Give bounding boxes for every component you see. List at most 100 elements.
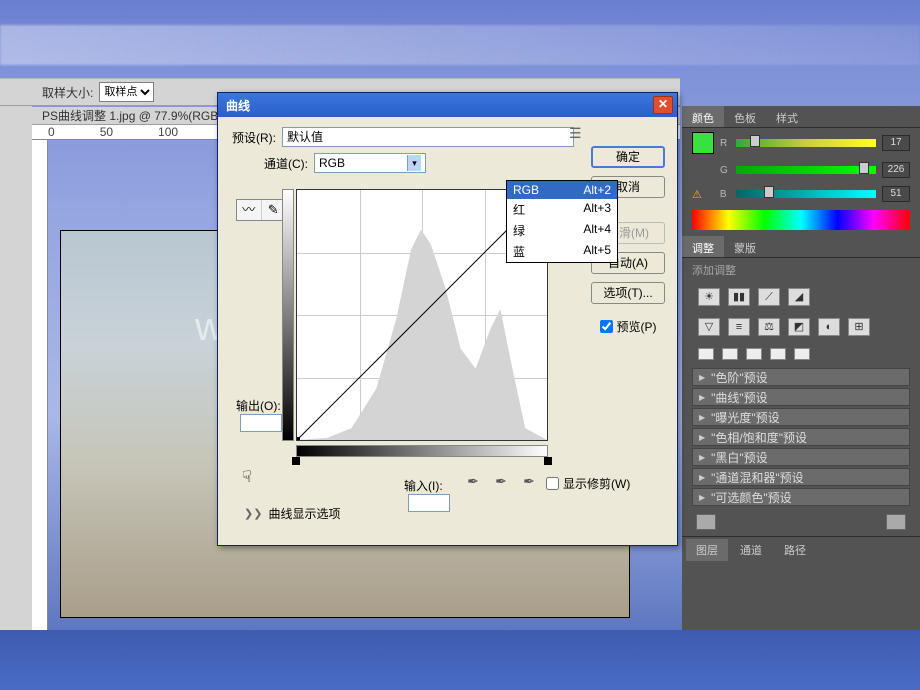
threshold-icon[interactable] — [746, 348, 762, 360]
white-point-handle[interactable] — [544, 457, 552, 465]
exposure-icon[interactable]: ◢ — [788, 288, 810, 306]
tab-color[interactable]: 颜色 — [682, 106, 724, 127]
tab-mask[interactable]: 蒙版 — [724, 236, 766, 257]
channel-menu: RGBAlt+2 红 Alt+3 绿 Alt+4 蓝 Alt+5 — [506, 180, 618, 263]
chevron-down-icon[interactable]: ❯❯ — [244, 507, 262, 520]
input-field[interactable] — [408, 494, 450, 512]
curve-pencil-tools[interactable]: 〰✎ — [236, 199, 286, 221]
gradient-map-icon[interactable] — [770, 348, 786, 360]
curve-point-icon: 〰 — [237, 200, 262, 220]
sample-size-label: 取样大小: — [42, 84, 93, 101]
tab-channels[interactable]: 通道 — [730, 539, 772, 561]
dialog-title: 曲线 — [222, 97, 653, 114]
channel-r-label: R — [720, 138, 730, 149]
posterize-icon[interactable] — [722, 348, 738, 360]
curve-display-options-label[interactable]: 曲线显示选项 — [268, 505, 340, 522]
gamut-warning-icon: ⚠ — [692, 188, 702, 201]
ruler-tick: 0 — [48, 125, 55, 139]
menu-item-accel: Alt+2 — [583, 183, 611, 197]
slider-g-value[interactable]: 226 — [882, 162, 910, 178]
channel-g-label: G — [720, 165, 730, 176]
preset-select[interactable]: 默认值 — [282, 127, 574, 147]
color-panel-tabs: 颜色 色板 样式 — [682, 106, 920, 128]
ok-button[interactable]: 确定 — [591, 146, 665, 168]
slider-r-value[interactable]: 17 — [882, 135, 910, 151]
channel-select[interactable]: RGB ▾ — [314, 153, 426, 173]
sample-size-select[interactable]: 取样点 — [99, 82, 154, 102]
channel-menu-blue[interactable]: 蓝 Alt+5 — [507, 241, 617, 262]
input-label: 输入(I): — [404, 479, 443, 493]
channel-menu-red[interactable]: 红 Alt+3 — [507, 199, 617, 220]
levels-icon[interactable]: ▮▮ — [728, 288, 750, 306]
preset-value: 默认值 — [287, 130, 323, 144]
balance-icon[interactable]: ⚖ — [758, 318, 780, 336]
preset-curves[interactable]: ▶"曲线"预设 — [692, 388, 910, 406]
preset-label: "黑白"预设 — [711, 449, 768, 466]
left-toolbar — [0, 78, 32, 630]
curve-edit-tools: 〰✎ — [236, 199, 286, 221]
options-button[interactable]: 选项(T)... — [591, 282, 665, 304]
color-spectrum[interactable] — [692, 210, 910, 230]
chevron-right-icon: ▶ — [699, 373, 705, 382]
preset-exposure[interactable]: ▶ "曝光度"预设 — [692, 408, 910, 426]
output-field[interactable] — [240, 414, 282, 432]
tab-layers[interactable]: 图层 — [686, 539, 728, 561]
chevron-right-icon: ▶ — [699, 453, 705, 462]
invert-icon[interactable] — [698, 348, 714, 360]
curves-icon[interactable]: ⟋ — [758, 288, 780, 306]
menu-item-label: 红 — [513, 201, 525, 218]
menu-item-accel: Alt+3 — [583, 201, 611, 218]
expand-view-icon[interactable] — [696, 514, 716, 530]
black-eyedropper-icon[interactable]: ✒ — [464, 472, 482, 490]
chevron-right-icon: ▶ — [699, 413, 705, 422]
preview-checkbox[interactable] — [600, 320, 613, 333]
preset-label: "通道混和器"预设 — [711, 469, 804, 486]
white-eyedropper-icon[interactable]: ✒ — [520, 472, 538, 490]
preset-label: "曝光度"预设 — [711, 409, 780, 426]
channel-mixer-icon[interactable]: ⊞ — [848, 318, 870, 336]
slider-g[interactable] — [736, 164, 876, 176]
tab-styles[interactable]: 样式 — [766, 106, 808, 127]
preset-bw[interactable]: ▶ "黑白"预设 — [692, 448, 910, 466]
black-point-handle[interactable] — [292, 457, 300, 465]
vibrance-icon[interactable]: ▽ — [698, 318, 720, 336]
trash-icon[interactable] — [886, 514, 906, 530]
photo-filter-icon[interactable]: ◐ — [818, 318, 840, 336]
preset-label: "色相/饱和度"预设 — [711, 429, 807, 446]
tab-paths[interactable]: 路径 — [774, 539, 816, 561]
gray-eyedropper-icon[interactable]: ✒ — [492, 472, 510, 490]
document-tab-title: PS曲线调整 1.jpg @ 77.9%(RGB/8) — [42, 109, 232, 123]
channel-value: RGB — [319, 156, 345, 170]
bw-icon[interactable]: ◩ — [788, 318, 810, 336]
hue-icon[interactable]: ≡ — [728, 318, 750, 336]
slider-b-value[interactable]: 51 — [882, 186, 910, 202]
chevron-right-icon: ▶ — [699, 433, 705, 442]
menu-item-accel: Alt+5 — [583, 243, 611, 260]
selective-color-icon[interactable] — [794, 348, 810, 360]
close-button[interactable]: ✕ — [653, 96, 673, 114]
chevron-down-icon: ▾ — [407, 155, 421, 171]
preset-hsl[interactable]: ▶ "色相/饱和度"预设 — [692, 428, 910, 446]
preset-menu-icon[interactable]: ☰ — [569, 125, 582, 142]
tab-swatches[interactable]: 色板 — [724, 106, 766, 127]
tab-adjust[interactable]: 调整 — [682, 236, 724, 257]
preset-channel-mixer[interactable]: ▶"通道混和器"预设 — [692, 468, 910, 486]
channel-menu-green[interactable]: 绿 Alt+4 — [507, 220, 617, 241]
preset-selective-color[interactable]: ▶"可选颜色"预设 — [692, 488, 910, 506]
targeted-adjust-icon[interactable]: ☟ — [242, 467, 252, 487]
slider-r[interactable] — [736, 137, 876, 149]
dialog-titlebar[interactable]: 曲线 ✕ — [218, 93, 677, 117]
chevron-right-icon: ▶ — [699, 493, 705, 502]
channel-menu-rgb[interactable]: RGBAlt+2 — [507, 181, 617, 199]
menu-item-accel: Alt+4 — [583, 222, 611, 239]
preview-label: 预览(P) — [617, 318, 657, 335]
show-clipping-checkbox[interactable] — [546, 477, 559, 490]
brightness-icon[interactable]: ☀ — [698, 288, 720, 306]
slider-b[interactable] — [736, 188, 876, 200]
adjust-panel-tabs: 调整 蒙版 — [682, 236, 920, 258]
preset-levels[interactable]: ▶"色阶"预设 — [692, 368, 910, 386]
foreground-swatch[interactable] — [692, 132, 714, 154]
channel-label: 通道(C): — [264, 155, 308, 172]
menu-item-label: 蓝 — [513, 243, 525, 260]
menu-item-label: 绿 — [513, 222, 525, 239]
